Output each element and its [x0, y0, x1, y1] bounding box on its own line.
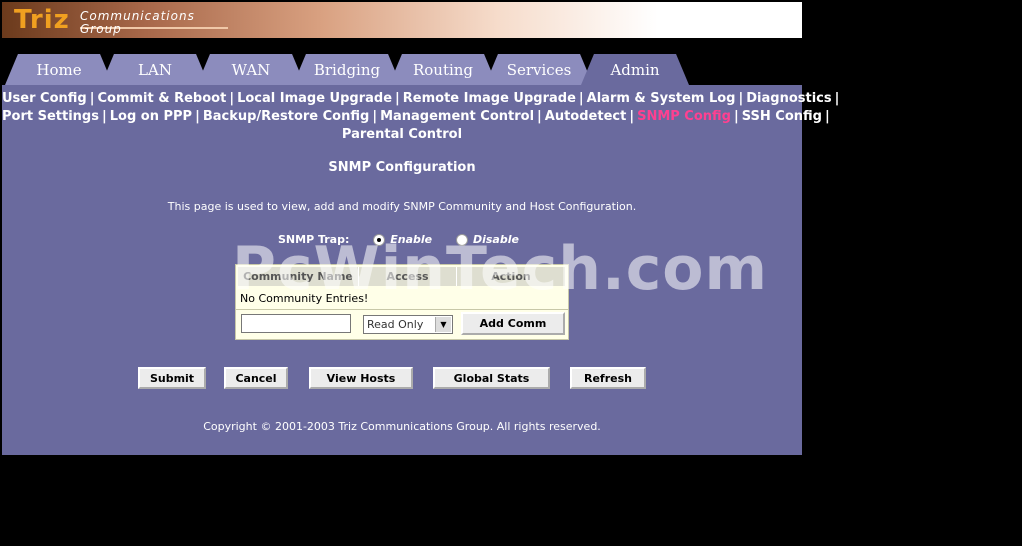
access-select[interactable]: Read Only ▼ — [363, 315, 453, 334]
nav-separator: | — [834, 91, 840, 106]
logo-subtitle-line2: Group — [80, 22, 122, 36]
tab-home[interactable]: Home — [5, 54, 113, 85]
community-name-input[interactable] — [241, 314, 351, 333]
link-ssh-config[interactable]: SSH Config — [742, 109, 822, 124]
nav-separator: | — [629, 109, 635, 124]
nav-separator: | — [537, 109, 542, 124]
tab-wan[interactable]: WAN — [197, 54, 305, 85]
copyright-footer: Copyright © 2001-2003 Triz Communication… — [203, 420, 601, 433]
refresh-button[interactable]: Refresh — [570, 367, 646, 389]
nav-separator: | — [229, 91, 235, 106]
admin-subnav: User Config | Commit & Reboot | Local Image … — [2, 90, 839, 144]
link-log-on-ppp[interactable]: Log on PPP — [110, 109, 192, 124]
link-port-settings[interactable]: Port Settings — [2, 109, 99, 124]
nav-separator: | — [101, 109, 107, 124]
tab-services[interactable]: Services — [485, 54, 593, 85]
tab-bridging[interactable]: Bridging — [293, 54, 401, 85]
subnav-row-3: Parental Control — [2, 126, 802, 144]
nav-separator: | — [195, 109, 200, 124]
page-title: SNMP Configuration — [328, 160, 476, 175]
link-user-config[interactable]: User Config — [2, 91, 87, 106]
nav-separator: | — [738, 91, 744, 106]
tab-admin[interactable]: Admin — [581, 54, 689, 85]
cancel-button[interactable]: Cancel — [224, 367, 288, 389]
trap-disable-radio[interactable] — [455, 234, 468, 246]
link-remote-image-upgrade[interactable]: Remote Image Upgrade — [403, 91, 576, 106]
header-community-name: Community Name — [238, 267, 359, 286]
link-alarm-system-log[interactable]: Alarm & System Log — [587, 91, 736, 106]
nav-separator: | — [89, 91, 95, 106]
nav-separator: | — [733, 109, 739, 124]
subnav-row-1: User Config | Commit & Reboot | Local Image … — [2, 90, 839, 108]
tab-lan[interactable]: LAN — [101, 54, 209, 85]
nav-separator: | — [824, 109, 830, 124]
link-commit-reboot[interactable]: Commit & Reboot — [97, 91, 226, 106]
link-local-image-upgrade[interactable]: Local Image Upgrade — [237, 91, 392, 106]
header-access: Access — [359, 267, 457, 286]
header-action: Action — [457, 267, 565, 286]
snmp-trap-row: SNMP Trap: Enable Disable — [278, 233, 519, 246]
link-snmp-config[interactable]: SNMP Config — [637, 109, 731, 124]
link-parental-control[interactable]: Parental Control — [342, 127, 462, 142]
link-backup-restore-config[interactable]: Backup/Restore Config — [203, 109, 369, 124]
subnav-row-2: Port Settings | Log on PPP | Backup/Restore … — [2, 108, 830, 126]
nav-separator: | — [372, 109, 378, 124]
tab-routing[interactable]: Routing — [389, 54, 497, 85]
router-admin-frame: Triz Communications Group Home LAN WAN B… — [2, 2, 839, 455]
trap-disable-label[interactable]: Disable — [473, 233, 519, 246]
empty-message: No Community Entries! — [240, 292, 369, 305]
link-management-control[interactable]: Management Control — [380, 109, 534, 124]
trap-enable-label[interactable]: Enable — [390, 233, 432, 246]
global-stats-button[interactable]: Global Stats — [433, 367, 550, 389]
row-divider — [236, 309, 568, 310]
nav-separator: | — [578, 91, 584, 106]
trap-enable-radio[interactable] — [373, 234, 386, 246]
nav-separator: | — [395, 91, 400, 106]
main-tab-bar: Home LAN WAN Bridging Routing Services A… — [2, 38, 802, 85]
logo-subtitle-line1: Communications — [80, 9, 195, 23]
access-selected-value: Read Only — [367, 318, 424, 331]
triz-logo: Triz — [14, 5, 70, 35]
view-hosts-button[interactable]: View Hosts — [309, 367, 413, 389]
brand-banner: Triz Communications Group — [2, 2, 802, 38]
page-description: This page is used to view, add and modif… — [167, 200, 637, 213]
link-autodetect[interactable]: Autodetect — [545, 109, 627, 124]
link-diagnostics[interactable]: Diagnostics — [746, 91, 831, 106]
snmp-trap-label: SNMP Trap: — [278, 233, 350, 246]
community-table: Community Name Access Action No Communit… — [235, 264, 569, 340]
submit-button[interactable]: Submit — [138, 367, 206, 389]
chevron-down-icon[interactable]: ▼ — [435, 317, 451, 332]
add-comm-button[interactable]: Add Comm — [461, 312, 565, 335]
